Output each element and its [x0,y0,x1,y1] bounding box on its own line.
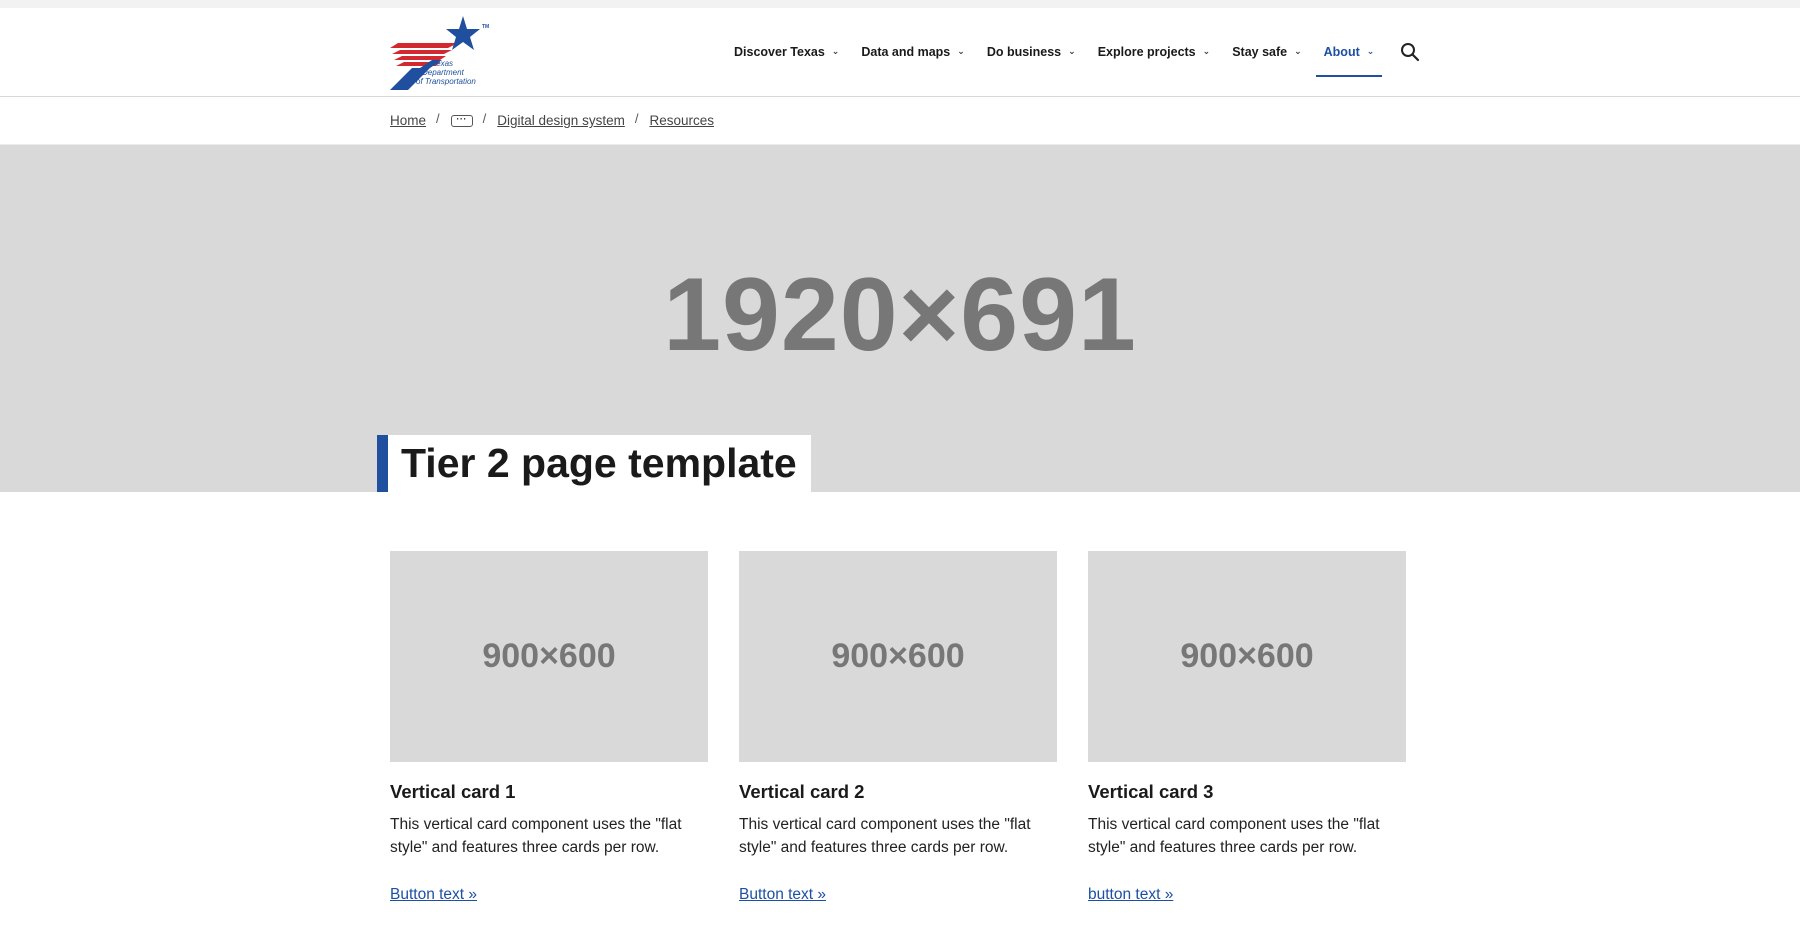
nav-about[interactable]: About ⌄ [1315,34,1383,77]
svg-text:Department: Department [422,68,465,77]
chevron-down-icon: ⌄ [1366,45,1375,56]
nav-label: Discover Texas [734,45,825,59]
card-title: Vertical card 2 [739,781,865,802]
chevron-down-icon: ⌄ [831,45,840,56]
hero-image-placeholder: 1920×691 [663,257,1137,373]
breadcrumb-separator: / [634,111,639,126]
hero-banner: 1920×691 Tier 2 page template [0,145,1800,492]
txdot-logo[interactable]: Texas Department of Transportation TM [390,16,494,90]
card-button-link[interactable]: Button text » [739,886,826,904]
breadcrumb-ellipsis-button[interactable]: ··· [450,114,473,127]
card-title: Vertical card 1 [390,781,516,802]
nav-label: About [1323,45,1360,59]
svg-text:Texas: Texas [432,59,453,68]
nav-do-business[interactable]: Do business ⌄ [979,34,1084,70]
card-image-placeholder: 900×600 [739,551,1057,762]
card-description: This vertical card component uses the "f… [390,816,682,857]
nav-stay-safe[interactable]: Stay safe ⌄ [1224,34,1309,70]
card-title: Vertical card 3 [1088,781,1214,802]
chevron-down-icon: ⌄ [957,45,965,56]
nav-explore-projects[interactable]: Explore projects ⌄ [1090,34,1219,70]
main-nav: Discover Texas ⌄ Data and maps ⌄ Do busi… [726,8,1422,96]
breadcrumb-home[interactable]: Home [390,113,426,128]
top-strip [0,0,1800,8]
nav-label: Explore projects [1097,45,1196,59]
breadcrumb-digital-design-system[interactable]: Digital design system [497,113,625,128]
vertical-card: 900×600 Vertical card 2 This vertical ca… [739,551,1057,904]
nav-label: Data and maps [861,45,951,59]
breadcrumb-resources[interactable]: Resources [649,113,714,128]
nav-data-and-maps[interactable]: Data and maps ⌄ [853,34,972,70]
card-description: This vertical card component uses the "f… [739,816,1031,857]
card-button-link[interactable]: button text » [1088,886,1173,904]
card-row: 900×600 Vertical card 1 This vertical ca… [390,551,1406,904]
card-description: This vertical card component uses the "f… [1088,816,1380,857]
search-button[interactable] [1398,40,1422,64]
nav-label: Do business [986,45,1062,59]
page-title-box: Tier 2 page template [377,435,811,492]
svg-text:of Transportation: of Transportation [416,77,476,86]
chevron-down-icon: ⌄ [1202,45,1211,56]
vertical-card: 900×600 Vertical card 1 This vertical ca… [390,551,708,904]
vertical-card: 900×600 Vertical card 3 This vertical ca… [1088,551,1406,904]
txdot-logo-graphic: Texas Department of Transportation TM [390,16,489,90]
chevron-down-icon: ⌄ [1068,45,1076,56]
card-image-placeholder: 900×600 [390,551,708,762]
card-image-placeholder: 900×600 [1088,551,1406,762]
breadcrumb-separator: / [436,111,440,126]
page-title: Tier 2 page template [401,440,797,486]
card-button-link[interactable]: Button text » [390,886,477,904]
svg-text:TM: TM [482,24,489,30]
breadcrumb-separator: / [482,111,487,126]
breadcrumb: Home / ··· / Digital design system / Res… [0,97,1800,145]
nav-label: Stay safe [1232,45,1288,59]
nav-discover-texas[interactable]: Discover Texas ⌄ [726,34,847,70]
site-header: Texas Department of Transportation TM Di… [0,8,1800,97]
chevron-down-icon: ⌄ [1294,45,1302,56]
search-icon [1401,43,1420,62]
